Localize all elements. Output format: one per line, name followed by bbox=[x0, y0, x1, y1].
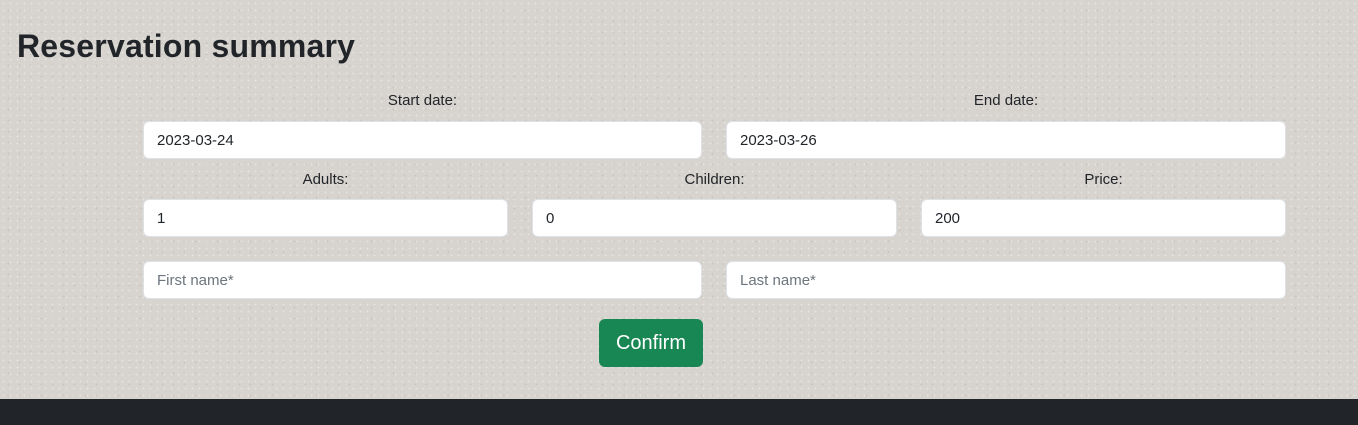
end-date-label: End date: bbox=[973, 92, 1039, 109]
price-label: Price: bbox=[1084, 171, 1123, 188]
confirm-button[interactable]: Confirm bbox=[599, 319, 703, 367]
page-title: Reservation summary bbox=[17, 28, 356, 64]
children-input[interactable] bbox=[532, 199, 897, 237]
adults-input[interactable] bbox=[143, 199, 508, 237]
footer-bar bbox=[0, 399, 1358, 425]
first-name-input[interactable] bbox=[143, 261, 702, 299]
last-name-input[interactable] bbox=[726, 261, 1286, 299]
end-date-input[interactable] bbox=[726, 121, 1286, 159]
price-input[interactable] bbox=[921, 199, 1286, 237]
start-date-input[interactable] bbox=[143, 121, 702, 159]
start-date-label: Start date: bbox=[387, 92, 458, 109]
adults-label: Adults: bbox=[302, 171, 349, 188]
children-label: Children: bbox=[684, 171, 745, 188]
